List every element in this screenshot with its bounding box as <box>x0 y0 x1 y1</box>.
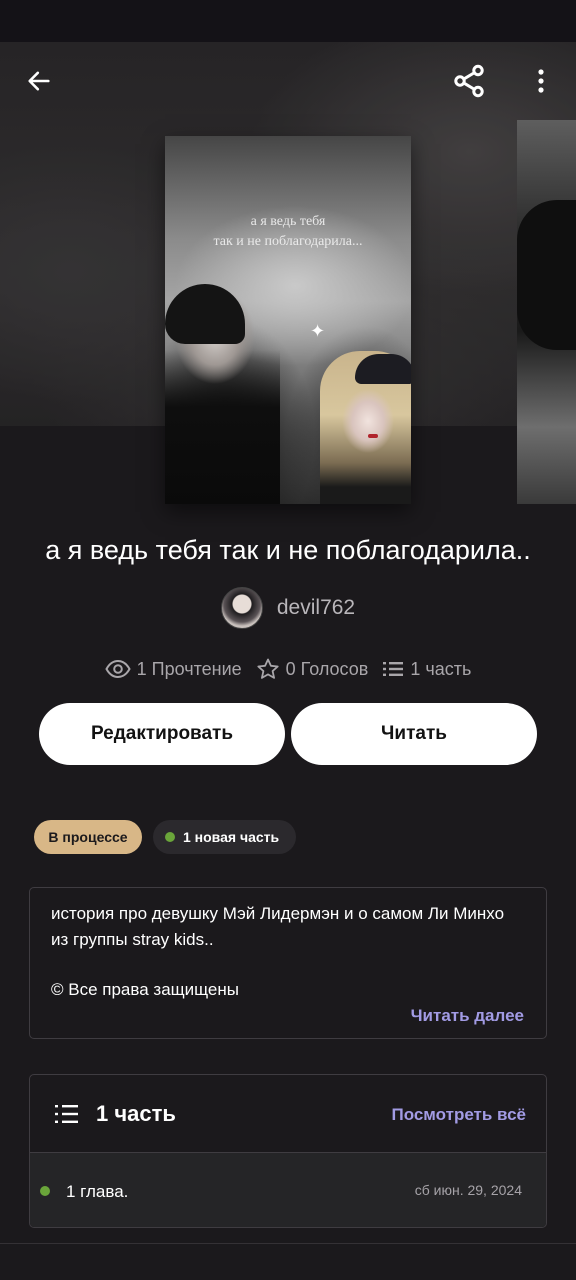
part-title: 1 глава. <box>66 1182 129 1201</box>
description-text: история про девушку Мэй Лидермэн и о сам… <box>51 904 505 949</box>
edit-button[interactable]: Редактировать <box>39 703 285 765</box>
stat-parts-label: 1 часть <box>410 658 472 679</box>
more-vertical-icon <box>538 69 544 93</box>
eye-icon <box>105 659 131 679</box>
description-card: история про девушку Мэй Лидермэн и о сам… <box>29 887 547 1039</box>
status-bar <box>0 0 576 42</box>
divider <box>0 1243 576 1244</box>
copyright-text: © Все права защищены <box>51 980 239 999</box>
next-story-cover[interactable] <box>517 120 576 504</box>
stat-reads: 1 Прочтение <box>105 659 242 680</box>
author-row[interactable]: devil762 <box>0 586 576 630</box>
list-icon <box>55 1105 78 1123</box>
author-name[interactable]: devil762 <box>277 596 355 620</box>
story-stats: 1 Прочтение 0 Голосов 1 часть <box>0 652 576 686</box>
sparkle-icon: ✦ <box>310 321 326 341</box>
cover-figure-girl-hair <box>355 354 411 384</box>
star-icon <box>257 658 279 679</box>
story-title: а я ведь тебя так и не поблагодарила.. <box>45 535 531 565</box>
part-list-item[interactable]: 1 глава. сб июн. 29, 2024 <box>30 1153 546 1227</box>
stat-reads-label: 1 Прочтение <box>136 658 242 679</box>
parts-title: 1 часть <box>96 1101 176 1126</box>
cover-caption-line: так и не поблагодарила... <box>213 234 363 249</box>
status-badge: В процессе <box>34 820 142 854</box>
parts-card: 1 часть Посмотреть всё 1 глава. сб июн. … <box>29 1074 547 1228</box>
arrow-left-icon <box>28 71 50 91</box>
more-options-button[interactable] <box>517 57 565 105</box>
new-parts-badge: 1 новая часть <box>153 820 296 854</box>
read-button[interactable]: Читать <box>291 703 537 765</box>
avatar[interactable] <box>220 587 263 629</box>
cover-figure-girl-lips <box>368 434 378 438</box>
story-cover[interactable]: а я ведь тебя так и не поблагодарила... … <box>165 136 411 504</box>
back-button[interactable] <box>15 57 63 105</box>
new-indicator-dot <box>165 832 175 842</box>
cover-caption: а я ведь тебя так и не поблагодарила... <box>165 212 411 252</box>
cover-caption-line: а я ведь тебя <box>250 214 326 229</box>
list-icon <box>383 662 404 676</box>
status-badge-label: В процессе <box>48 829 128 845</box>
share-icon <box>454 64 484 98</box>
new-parts-label: 1 новая часть <box>183 829 280 845</box>
stat-votes: 0 Голосов <box>256 657 369 681</box>
stat-parts: 1 часть <box>382 659 471 680</box>
part-date: сб июн. 29, 2024 <box>414 1182 522 1198</box>
see-all-link[interactable]: Посмотреть всё <box>391 1105 526 1125</box>
share-button[interactable] <box>445 57 493 105</box>
read-more-link[interactable]: Читать далее <box>411 1003 524 1029</box>
parts-header: 1 часть Посмотреть всё <box>30 1075 546 1153</box>
stat-votes-label: 0 Голосов <box>285 658 369 679</box>
new-indicator-dot <box>40 1186 50 1196</box>
